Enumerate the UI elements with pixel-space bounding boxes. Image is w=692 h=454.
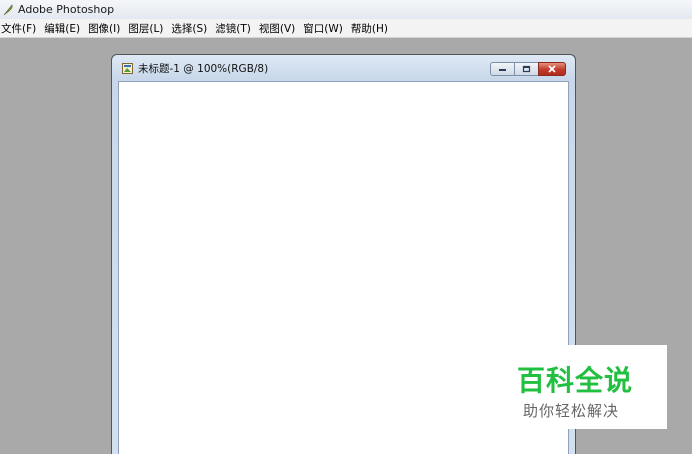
close-icon <box>548 65 556 73</box>
document-icon <box>120 61 134 75</box>
menu-bar: 文件(F) 编辑(E) 图像(I) 图层(L) 选择(S) 滤镜(T) 视图(V… <box>0 19 692 38</box>
watermark: 百科全说 助你轻松解决 <box>500 345 667 429</box>
menu-view[interactable]: 视图(V) <box>255 21 299 36</box>
restore-button[interactable] <box>514 62 539 76</box>
minimize-icon <box>499 69 506 71</box>
menu-file[interactable]: 文件(F) <box>0 21 40 36</box>
window-controls <box>490 62 566 76</box>
app-title: Adobe Photoshop <box>18 3 115 16</box>
app-titlebar: Adobe Photoshop <box>0 0 692 19</box>
feather-icon <box>1 3 14 16</box>
menu-help[interactable]: 帮助(H) <box>347 21 392 36</box>
document-titlebar[interactable]: 未标题-1 @ 100%(RGB/8) <box>112 55 575 81</box>
menu-window[interactable]: 窗口(W) <box>299 21 347 36</box>
document-title: 未标题-1 @ 100%(RGB/8) <box>138 62 269 75</box>
watermark-title: 百科全说 <box>517 364 634 397</box>
minimize-button[interactable] <box>490 62 515 76</box>
menu-select[interactable]: 选择(S) <box>167 21 211 36</box>
close-button[interactable] <box>538 62 566 76</box>
menu-layer[interactable]: 图层(L) <box>124 21 167 36</box>
menu-filter[interactable]: 滤镜(T) <box>211 21 255 36</box>
menu-edit[interactable]: 编辑(E) <box>40 21 84 36</box>
watermark-subtitle: 助你轻松解决 <box>523 402 620 420</box>
menu-image[interactable]: 图像(I) <box>84 21 124 36</box>
restore-icon <box>522 65 531 73</box>
